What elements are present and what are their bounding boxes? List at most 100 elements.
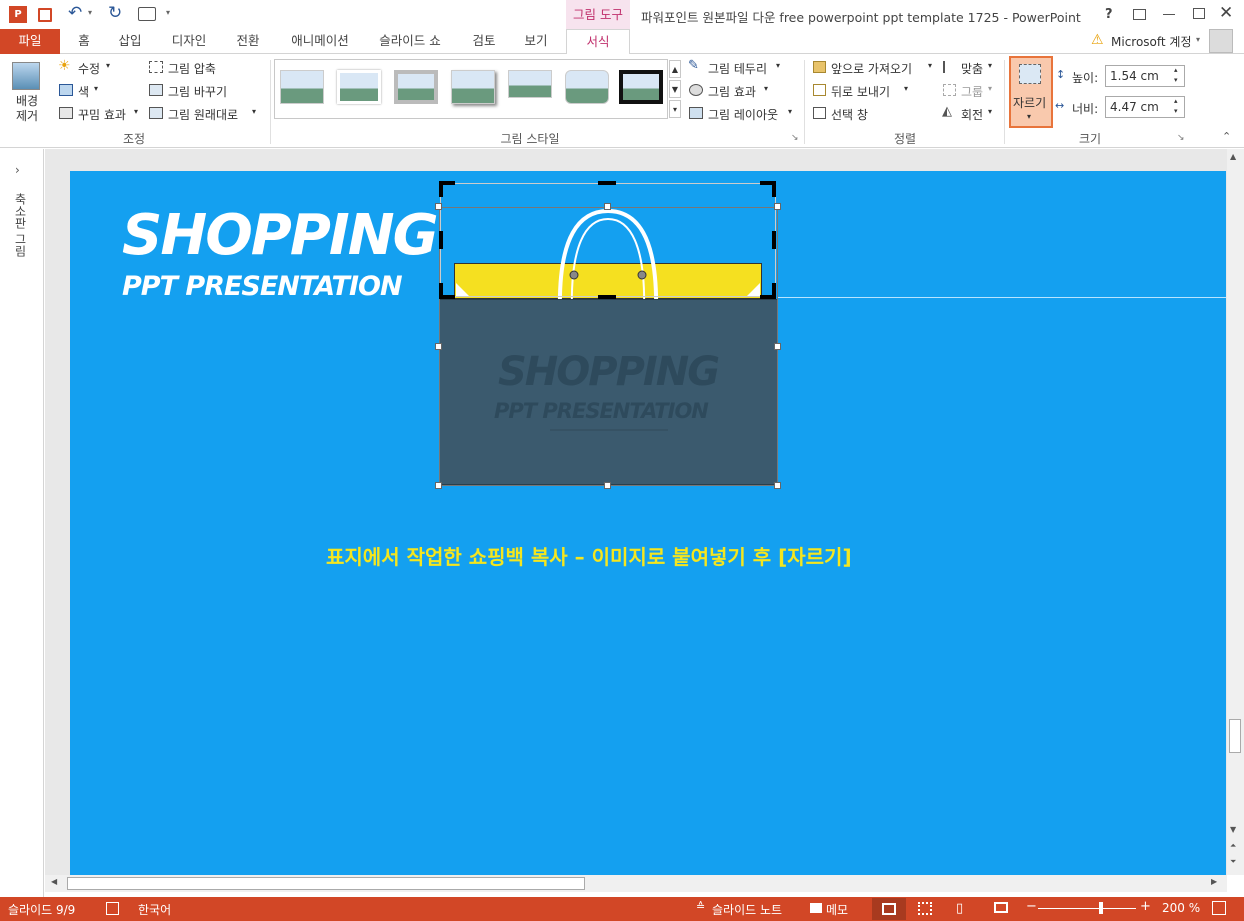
crop-handle-top[interactable] — [598, 181, 616, 185]
style-thumb-1[interactable] — [280, 70, 324, 104]
scroll-right-icon[interactable]: ▶ — [1211, 877, 1217, 886]
style-thumb-7[interactable] — [619, 70, 663, 104]
horizontal-scroll-thumb[interactable] — [67, 877, 585, 890]
close-button[interactable]: ✕ — [1219, 3, 1233, 23]
send-backward-button[interactable]: 뒤로 보내기 ▾ — [812, 82, 916, 100]
style-thumb-6[interactable] — [565, 70, 609, 104]
help-button[interactable]: ? — [1105, 7, 1113, 22]
vertical-scroll-thumb[interactable] — [1229, 719, 1241, 753]
picture-layout-button[interactable]: 그림 레이아웃 ▾ — [688, 105, 798, 123]
tab-insert[interactable]: 삽입 — [108, 29, 152, 54]
maximize-button[interactable] — [1193, 8, 1205, 19]
tab-format[interactable]: 서식 — [566, 29, 630, 55]
language[interactable]: 한국어 — [138, 901, 171, 918]
notes-button[interactable]: 슬라이드 노트 — [712, 901, 782, 918]
crop-handle-left[interactable] — [439, 231, 443, 249]
scroll-up-icon[interactable]: ▲ — [1230, 152, 1236, 161]
scroll-left-icon[interactable]: ◀ — [51, 877, 57, 886]
remove-background-button[interactable]: 배경 제거 — [8, 60, 46, 128]
crop-handle-bottom[interactable] — [598, 295, 616, 299]
align-button[interactable]: 맞춤 ▾ — [942, 59, 998, 77]
tab-transitions[interactable]: 전환 — [226, 29, 270, 54]
thumbnail-pane-label[interactable]: 축소판 그림 — [12, 193, 29, 257]
resize-handle-e[interactable] — [774, 343, 781, 350]
compress-pictures-button[interactable]: 그림 압축 — [148, 59, 238, 77]
crop-handle-tr-v[interactable] — [772, 181, 776, 197]
powerpoint-logo-icon[interactable]: P — [9, 6, 27, 23]
correct-button[interactable]: ☀ 수정 ▾ — [58, 58, 118, 77]
gallery-scroll-down-icon[interactable]: ▼ — [669, 80, 681, 98]
redo-icon[interactable]: ↻ — [108, 3, 122, 23]
previous-slide-icon[interactable]: ⏶ — [1230, 841, 1236, 851]
zoom-out-button[interactable]: − — [1026, 899, 1037, 914]
change-picture-button[interactable]: 그림 바꾸기 — [148, 82, 244, 100]
crop-handle-br-v[interactable] — [772, 283, 776, 299]
resize-handle-ne[interactable] — [774, 203, 781, 210]
crop-button[interactable]: 자르기 ▾ — [1009, 56, 1053, 128]
gallery-more-icon[interactable]: ▾ — [669, 100, 681, 118]
undo-dropdown-icon[interactable]: ▾ — [88, 8, 92, 17]
tab-animations[interactable]: 애니메이션 — [282, 29, 358, 54]
reading-view-icon[interactable]: ▯ — [956, 901, 963, 916]
crop-handle-bl-v[interactable] — [439, 283, 443, 299]
styles-dialog-launcher-icon[interactable]: ↘ — [791, 133, 799, 143]
height-input[interactable]: 1.54 cm ▴ ▾ — [1105, 65, 1185, 87]
width-input[interactable]: 4.47 cm ▴ ▾ — [1105, 96, 1185, 118]
horizontal-scrollbar[interactable]: ◀ ▶ — [45, 875, 1227, 892]
account-name[interactable]: Microsoft 계정 — [1111, 33, 1192, 50]
tab-design[interactable]: 디자인 — [162, 29, 216, 54]
slide[interactable]: SHOPPING PPT PRESENTATION SHOPPING PPT P… — [70, 171, 1226, 876]
tab-slideshow[interactable]: 슬라이드 쇼 — [370, 29, 450, 54]
style-thumb-2[interactable] — [337, 70, 381, 104]
group-button[interactable]: 그룹 ▾ — [942, 82, 998, 100]
size-dialog-launcher-icon[interactable]: ↘ — [1177, 133, 1185, 143]
crop-handle-right[interactable] — [772, 231, 776, 249]
ribbon-display-options-icon[interactable] — [1133, 9, 1146, 20]
expand-pane-icon[interactable]: › — [15, 163, 20, 177]
tab-view[interactable]: 보기 — [514, 29, 558, 54]
collapse-ribbon-icon[interactable]: ⌃ — [1222, 130, 1231, 143]
bring-forward-button[interactable]: 앞으로 가져오기 ▾ — [812, 59, 936, 77]
picture-border-button[interactable]: ✎ 그림 테두리 ▾ — [688, 58, 784, 77]
slideshow-view-icon[interactable] — [994, 902, 1008, 913]
scroll-down-icon[interactable]: ▼ — [1230, 825, 1236, 834]
next-slide-icon[interactable]: ⏷ — [1230, 857, 1236, 867]
style-thumb-4[interactable] — [451, 70, 495, 104]
slide-sorter-icon[interactable] — [918, 902, 932, 915]
artistic-effects-button[interactable]: 꾸밈 효과 ▾ — [58, 105, 142, 123]
tab-home[interactable]: 홈 — [64, 29, 104, 54]
resize-handle-se[interactable] — [774, 482, 781, 489]
resize-handle-w[interactable] — [435, 343, 442, 350]
zoom-level[interactable]: 200 % — [1162, 901, 1200, 915]
color-button[interactable]: 색 ▾ — [58, 82, 118, 100]
width-spinner-icon[interactable]: ▴ ▾ — [1174, 96, 1178, 116]
gallery-scroll-up-icon[interactable]: ▲ — [669, 60, 681, 78]
spelling-icon[interactable] — [106, 902, 119, 915]
resize-handle-nw[interactable] — [435, 203, 442, 210]
account-dropdown-icon[interactable]: ▾ — [1196, 35, 1200, 44]
customize-toolbar-icon[interactable]: ▾ — [166, 8, 170, 17]
comments-button[interactable]: 메모 — [826, 901, 848, 918]
vertical-scrollbar[interactable]: ▲ ▼ ⏶ ⏷ — [1227, 149, 1244, 875]
rotate-button[interactable]: ◭ 회전 ▾ — [942, 104, 998, 123]
tab-file[interactable]: 파일 — [0, 29, 60, 54]
tab-review[interactable]: 검토 — [462, 29, 506, 54]
zoom-slider-thumb[interactable] — [1099, 902, 1103, 914]
resize-handle-s[interactable] — [604, 482, 611, 489]
crop-handle-tl-v[interactable] — [439, 181, 443, 197]
avatar[interactable] — [1209, 29, 1233, 53]
reset-picture-button[interactable]: 그림 원래대로 ▾ — [148, 105, 264, 123]
height-spinner-icon[interactable]: ▴ ▾ — [1174, 65, 1178, 85]
start-slideshow-icon[interactable] — [138, 7, 156, 21]
minimize-button[interactable] — [1163, 14, 1175, 15]
resize-handle-n[interactable] — [604, 203, 611, 210]
selection-pane-button[interactable]: 선택 창 — [812, 105, 892, 123]
resize-handle-sw[interactable] — [435, 482, 442, 489]
style-thumb-5[interactable] — [508, 70, 552, 98]
save-icon[interactable] — [38, 8, 52, 22]
picture-effects-button[interactable]: 그림 효과 ▾ — [688, 82, 784, 100]
style-thumb-3[interactable] — [394, 70, 438, 104]
normal-view-icon[interactable] — [872, 898, 906, 920]
zoom-slider[interactable] — [1038, 908, 1136, 909]
zoom-in-button[interactable]: + — [1140, 899, 1151, 914]
